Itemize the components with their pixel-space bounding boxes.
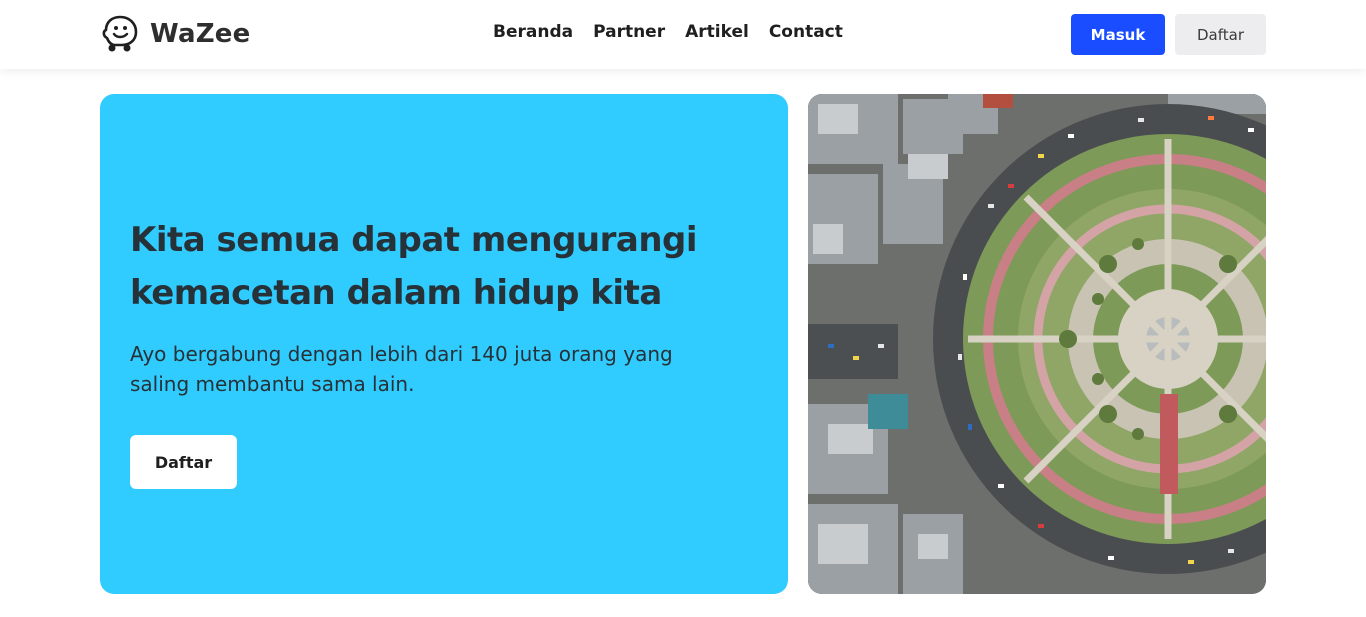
nav-link-contact[interactable]: Contact	[769, 22, 843, 42]
hero-card: Kita semua dapat mengurangi kemacetan da…	[100, 94, 788, 594]
hero-subtitle: Ayo bergabung dengan lebih dari 140 juta…	[130, 342, 673, 396]
nav-link-partner[interactable]: Partner	[593, 22, 665, 42]
waze-smiley-icon	[102, 15, 138, 52]
navbar: WaZee Beranda Partner Artikel Contact Ma…	[0, 0, 1366, 69]
hero-title: Kita semua dapat mengurangi kemacetan da…	[130, 220, 698, 313]
nav-link-artikel[interactable]: Artikel	[685, 22, 749, 42]
main-nav: Beranda Partner Artikel Contact	[493, 22, 843, 42]
aerial-roundabout-illustration	[808, 94, 1266, 594]
hero-register-button[interactable]: Daftar	[130, 435, 237, 489]
hero-image-aerial-roundabout	[808, 94, 1266, 594]
login-button[interactable]: Masuk	[1071, 14, 1165, 55]
nav-link-beranda[interactable]: Beranda	[493, 22, 573, 42]
register-button[interactable]: Daftar	[1175, 14, 1266, 55]
brand-name: WaZee	[150, 19, 251, 49]
brand[interactable]: WaZee	[100, 14, 250, 54]
